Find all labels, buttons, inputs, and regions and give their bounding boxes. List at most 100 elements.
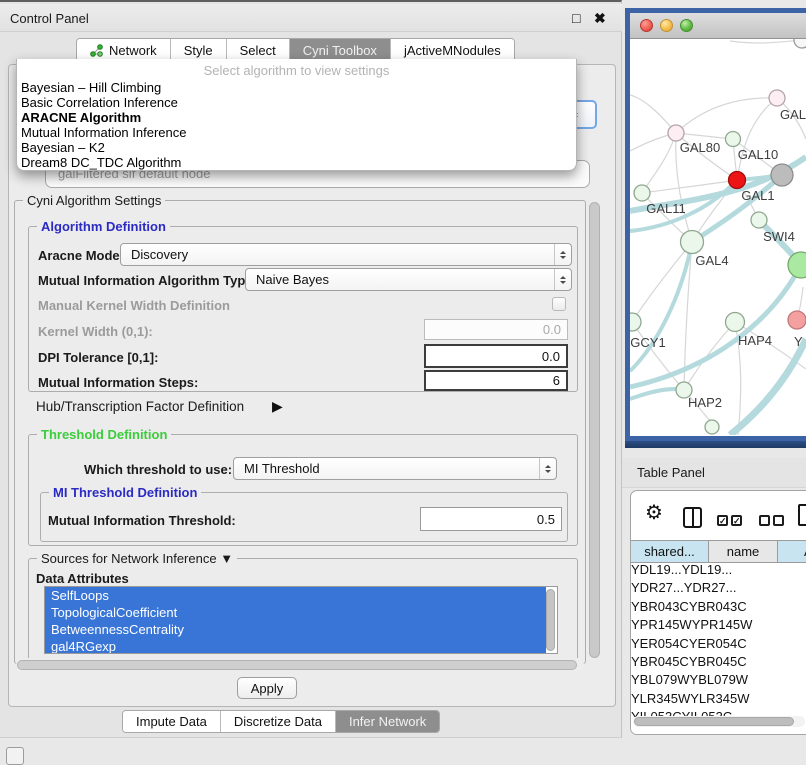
select-all-check-icon[interactable] [717,515,728,526]
table-header-row: shared... name A [631,540,806,563]
algorithm-option[interactable]: Basic Correlation Inference [17,95,576,110]
which-threshold-label: Which threshold to use: [84,462,232,477]
node-gal4[interactable] [681,231,704,254]
node-gal80[interactable] [668,125,684,141]
node-swi4[interactable] [751,212,767,228]
attribute-item-selected[interactable]: gal4RGexp [45,638,546,654]
table-row[interactable]: YLR345WYLR345W9. [631,691,806,709]
data-attributes-listbox[interactable]: SelfLoops TopologicalCoefficient Between… [44,586,558,654]
which-threshold-combo[interactable]: MI Threshold [233,457,557,480]
column-header-shared-name[interactable]: shared... [631,541,709,562]
node-gcy1[interactable] [630,313,641,331]
table-row[interactable]: YBL079WYBL079W [631,672,806,690]
algorithm-option-selected[interactable]: ARACNE Algorithm [17,110,576,125]
window-minimize-icon[interactable] [660,19,673,32]
cell: YLR345W [690,691,749,709]
select-all-check-icon[interactable] [731,515,742,526]
tab-infer-network[interactable]: Infer Network [336,711,439,732]
tab-infer-network-label: Infer Network [349,714,426,729]
node-label: GCY1 [630,335,665,350]
node-label: GAL [780,107,806,122]
table-horizontal-scrollbar[interactable] [633,716,805,727]
window-close-icon[interactable] [640,19,653,32]
attribute-item-selected[interactable]: BetweennessCentrality [45,621,546,638]
node-label: Y [794,334,803,349]
node-hap4[interactable] [726,313,745,332]
tab-network[interactable]: Network [77,39,171,61]
aracne-mode-combo[interactable]: Discovery [120,243,572,266]
algorithm-dropdown-popup: Select algorithm to view settings Bayesi… [16,59,577,171]
network-canvas[interactable]: GAL GAL80 GAL10 GAL1 GAL11 SWI4 GAL4 GCY… [630,39,806,435]
table-row[interactable]: YDL19...YDL19...13 [631,562,806,580]
table-row[interactable]: YBR045CYBR045C9. [631,654,806,672]
table-panel-window: ⚙ shared... name A YDL19...YDL19...13 YD… [630,490,806,735]
column-header-partial[interactable]: A [778,541,806,562]
tab-select[interactable]: Select [227,39,290,61]
algorithm-option[interactable]: Dream8 DC_TDC Algorithm [17,155,576,170]
mi-threshold-field[interactable]: 0.5 [420,507,562,531]
settings-vertical-scrollbar[interactable] [589,202,600,658]
bottom-tabs: Impute Data Discretize Data Infer Networ… [122,710,440,733]
close-panel-icon[interactable]: ✖ [594,10,606,27]
node-gal1[interactable] [729,172,746,189]
window-zoom-icon[interactable] [680,19,693,32]
tab-discretize-data-label: Discretize Data [234,714,322,729]
node-label: GAL4 [695,253,728,268]
cell: YBL079W [631,672,690,690]
node-salmon[interactable] [788,311,806,329]
mi-steps-field[interactable]: 6 [424,370,568,391]
document-icon[interactable] [798,504,806,526]
mi-algorithm-type-combo[interactable]: Naive Bayes [245,268,572,291]
algorithm-option[interactable]: Mutual Information Inference [17,125,576,140]
algorithm-option[interactable]: Bayesian – K2 [17,140,576,155]
split-columns-icon[interactable] [683,507,702,528]
node-partial-bottom[interactable] [705,420,719,434]
manual-kernel-width-checkbox[interactable] [552,297,566,311]
kernel-width-label: Kernel Width (0,1): [38,324,153,339]
column-header-name[interactable]: name [709,541,778,562]
table-row[interactable]: YPR145WYPR145W9. [631,617,806,635]
node-gal11[interactable] [634,185,650,201]
table-row[interactable]: YDR27...YDR27...12 [631,580,806,598]
gear-icon[interactable]: ⚙ [645,500,663,525]
attributes-vertical-scrollbar[interactable] [546,589,555,651]
collapsed-panel-icon[interactable] [6,747,24,765]
network-window-titlebar[interactable] [630,13,806,39]
tab-style[interactable]: Style [171,39,227,61]
tab-jactivemnodules[interactable]: jActiveMNodules [391,39,514,61]
collapsed-arrow-icon[interactable]: ▶ [272,398,283,415]
tab-select-label: Select [240,43,276,58]
cell: YBL079W [690,672,749,690]
tab-cyni-toolbox[interactable]: Cyni Toolbox [290,39,391,61]
combo-arrows-icon [539,458,556,479]
hub-section-label[interactable]: Hub/Transcription Factor Definition [36,399,244,414]
deselect-all-icon[interactable] [773,515,784,526]
attribute-item-selected[interactable]: TopologicalCoefficient [45,604,546,621]
dpi-tolerance-field[interactable]: 0.0 [424,344,568,368]
settings-group-title: Cyni Algorithm Settings [23,193,165,208]
attribute-item-selected[interactable]: SelfLoops [45,587,546,604]
network-view-window[interactable]: GAL GAL80 GAL10 GAL1 GAL11 SWI4 GAL4 GCY… [625,8,806,441]
node-gray[interactable] [771,164,793,186]
aracne-mode-value: Discovery [121,247,554,262]
settings-horizontal-scrollbar[interactable] [16,659,584,671]
float-window-icon[interactable]: □ [572,10,580,26]
cell: YBR045C [689,654,747,672]
tab-impute-data[interactable]: Impute Data [123,711,221,732]
cell: YDR27... [684,580,737,598]
node-gal10[interactable] [726,132,741,147]
kernel-width-field[interactable]: 0.0 [424,319,568,340]
deselect-all-icon[interactable] [759,515,770,526]
aracne-mode-label: Aracne Mode: [38,248,124,263]
table-row[interactable]: YER054CYER054C8. [631,636,806,654]
cell: YBR043C [689,599,747,617]
tab-discretize-data[interactable]: Discretize Data [221,711,336,732]
data-attributes-label: Data Attributes [36,571,129,586]
apply-button[interactable]: Apply [237,677,297,699]
algorithm-option[interactable]: Bayesian – Hill Climbing [17,80,576,95]
table-row[interactable]: YBR043CYBR043C [631,599,806,617]
mi-steps-label: Mutual Information Steps: [38,375,198,390]
node-partial-top[interactable] [794,39,806,48]
expanded-arrow-icon[interactable]: ▼ [220,551,233,566]
node-gal2[interactable] [769,90,785,106]
